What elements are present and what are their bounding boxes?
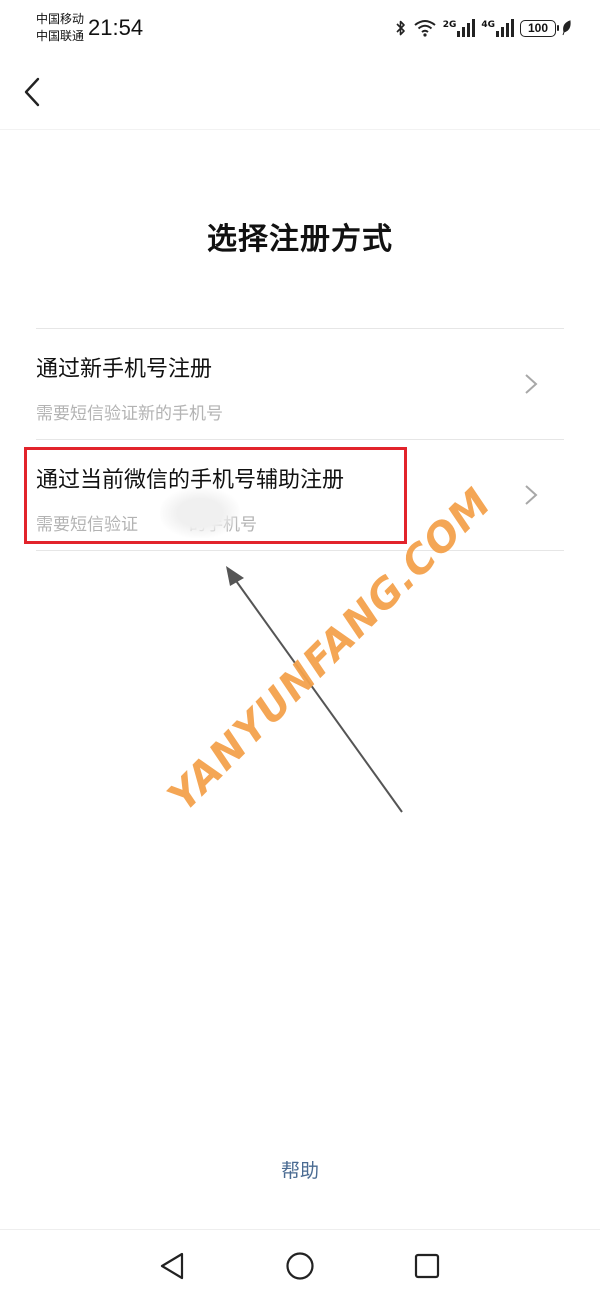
leaf-icon xyxy=(562,20,572,36)
bluetooth-icon xyxy=(395,19,407,37)
option-title: 通过新手机号注册 xyxy=(36,357,213,382)
nav-bar xyxy=(0,56,600,130)
option-subtitle: 需要短信验证新的手机号 xyxy=(36,404,223,424)
status-time: 21:54 xyxy=(88,15,144,40)
option-wechat-phone[interactable]: 通过当前微信的手机号辅助注册 需要短信验证 的手机号 xyxy=(36,440,564,551)
battery-indicator: 100 xyxy=(520,19,559,37)
page-title: 选择注册方式 xyxy=(207,222,393,257)
carrier-1: 中国移动 xyxy=(36,12,85,26)
nav-back-button[interactable] xyxy=(154,1248,190,1284)
chevron-right-icon xyxy=(525,374,538,394)
status-bar: 中国移动 中国联通 21:54 2G 4G 100 xyxy=(0,0,600,56)
signal-4g: 4G xyxy=(481,19,514,37)
option-new-phone[interactable]: 通过新手机号注册 需要短信验证新的手机号 xyxy=(36,329,564,440)
watermark: YANYUNFANG.COM xyxy=(159,479,501,821)
signal-2g: 2G xyxy=(443,19,476,37)
help-link[interactable]: 帮助 xyxy=(0,1156,600,1183)
back-button[interactable] xyxy=(14,72,50,112)
nav-home-icon xyxy=(286,1252,314,1280)
chevron-right-icon xyxy=(525,485,538,505)
network-4g-label: 4G xyxy=(481,20,495,30)
nav-recents-button[interactable] xyxy=(409,1248,445,1284)
signal-icon xyxy=(457,19,476,37)
redaction-blur xyxy=(160,488,240,538)
nav-back-icon xyxy=(160,1252,184,1280)
network-2g-label: 2G xyxy=(442,20,457,30)
screen: 中国移动 中国联通 21:54 2G 4G 100 选择注册方式 通过新手机号注… xyxy=(0,0,600,1300)
nav-recents-icon xyxy=(414,1253,440,1279)
back-arrow-icon xyxy=(24,77,40,107)
nav-home-button[interactable] xyxy=(282,1248,318,1284)
status-icons: 2G 4G 100 xyxy=(395,14,572,42)
carrier-labels: 中国移动 中国联通 xyxy=(36,11,84,45)
wifi-icon xyxy=(413,19,437,37)
system-nav-bar xyxy=(0,1229,600,1300)
carrier-2: 中国联通 xyxy=(36,29,85,43)
signal-icon xyxy=(496,19,514,37)
